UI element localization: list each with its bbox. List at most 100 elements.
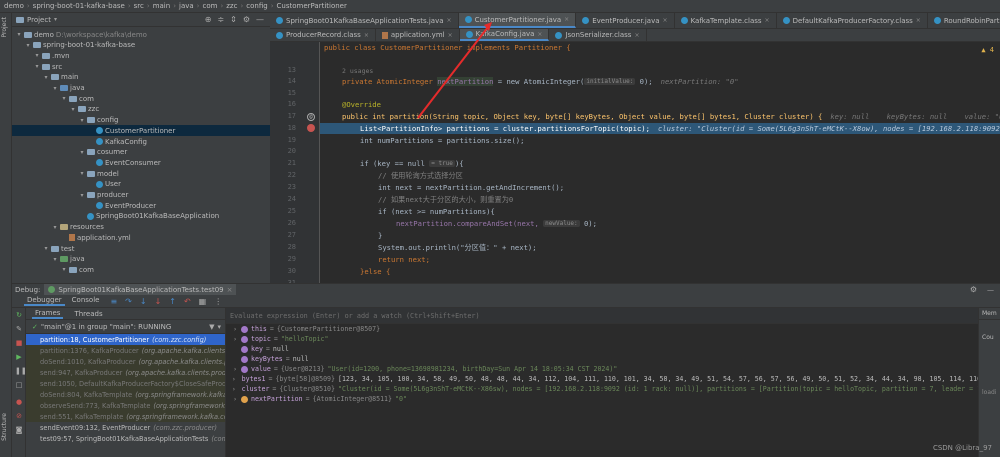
chevron-icon[interactable]: › — [232, 366, 238, 373]
tree-item[interactable]: ▾ test — [12, 243, 270, 254]
chevron-icon[interactable]: ▾ — [79, 117, 85, 124]
tree-item[interactable]: SpringBoot01KafkaBaseApplication — [12, 211, 270, 222]
project-panel-title[interactable]: Project — [27, 16, 51, 24]
chevron-icon[interactable]: ▾ — [43, 74, 49, 81]
memory-panel-title[interactable]: Mem — [979, 308, 1000, 320]
stack-frame[interactable]: sendEvent09:132, EventProducer (com.zzc.p… — [26, 422, 225, 433]
tree-item[interactable]: ▾ src — [12, 61, 270, 72]
chevron-icon[interactable]: › — [232, 336, 238, 343]
tree-item[interactable]: ▾ config — [12, 115, 270, 126]
chevron-icon[interactable]: ▾ — [52, 256, 58, 263]
editor-tab[interactable]: JsonSerializer.class × — [549, 29, 647, 41]
breadcrumb-item[interactable]: zzc — [226, 2, 237, 10]
chevron-icon[interactable]: › — [232, 396, 238, 403]
pause-icon[interactable]: ❚❚ — [15, 367, 27, 375]
chevron-icon[interactable]: ▾ — [79, 149, 85, 156]
tree-item[interactable]: ▾ main — [12, 72, 270, 83]
variable-row[interactable]: › topic = "helloTopic" — [226, 334, 978, 344]
stack-frame[interactable]: send:551, KafkaTemplate (org.springframew… — [26, 411, 225, 422]
chevron-icon[interactable]: ▾ — [34, 52, 40, 59]
expand-all-icon[interactable]: ⇕ — [230, 15, 237, 24]
chevron-icon[interactable]: › — [232, 376, 236, 383]
tree-item[interactable]: ▾ resources — [12, 222, 270, 233]
debugger-tab[interactable]: Debugger — [24, 296, 65, 306]
camera-icon[interactable]: ◙ — [15, 426, 23, 434]
tree-item[interactable]: ▾ producer — [12, 190, 270, 201]
tree-item[interactable]: ▾ com — [12, 93, 270, 104]
stack-frame[interactable]: partition:18, CustomerPartitioner (com.zz… — [26, 334, 225, 345]
variable-row[interactable]: › nextPartition = {AtomicInteger@8511} "0" — [226, 394, 978, 404]
chevron-icon[interactable]: ▾ — [52, 224, 58, 231]
tree-item[interactable]: ▾ model — [12, 168, 270, 179]
breadcrumb-item[interactable]: CustomerPartitioner — [277, 2, 347, 10]
variable-row[interactable]: keyBytes = null — [226, 354, 978, 364]
editor-tab[interactable]: KafkaConfig.java × — [459, 29, 550, 41]
show-execution-point-icon[interactable]: ≡ — [110, 297, 117, 306]
editor-tab[interactable]: SpringBoot01KafkaBaseApplicationTests.ja… — [270, 13, 459, 28]
tree-item[interactable]: ▾ cosumer — [12, 147, 270, 158]
chevron-icon[interactable]: › — [232, 386, 236, 393]
close-icon[interactable]: × — [447, 17, 452, 24]
rerun-icon[interactable]: ↻ — [15, 311, 23, 319]
chevron-icon[interactable]: ▾ — [79, 192, 85, 199]
gear-icon[interactable]: ⚙ — [970, 285, 983, 294]
breakpoint-icon[interactable] — [307, 124, 315, 132]
editor-tab[interactable]: RoundRobinPartitioner.class× — [928, 13, 1000, 28]
breadcrumb-item[interactable]: demo — [4, 2, 24, 10]
thread-selector[interactable]: ✓ "main"@1 in group "main": RUNNING ▼ ▾ — [26, 320, 225, 334]
breadcrumb-item[interactable]: main — [153, 2, 171, 10]
evaluate-icon[interactable]: ▦ — [199, 297, 207, 306]
chevron-icon[interactable]: ▾ — [61, 266, 67, 273]
tree-item[interactable]: CustomerPartitioner — [12, 125, 270, 137]
usages-hint[interactable]: 2 usages — [342, 67, 373, 75]
drop-frame-icon[interactable]: ↶ — [184, 297, 191, 306]
stack-frame[interactable]: partition:1376, KafkaProducer (org.apache… — [26, 345, 225, 356]
tree-item[interactable]: EventProducer — [12, 200, 270, 211]
breadcrumb-item[interactable]: src — [134, 2, 144, 10]
override-icon[interactable]: @ — [307, 113, 315, 121]
variable-row[interactable]: key = null — [226, 344, 978, 354]
chevron-icon[interactable]: ▾ — [16, 31, 22, 38]
tree-item[interactable]: ▾ spring-boot-01-kafka-base — [12, 40, 270, 51]
settings-icon[interactable]: ✎ — [15, 325, 23, 333]
editor-tab[interactable]: ProducerRecord.class × — [270, 29, 376, 41]
stack-frame[interactable]: observeSend:773, KafkaTemplate (org.sprin… — [26, 400, 225, 411]
stack-frame[interactable]: send:947, KafkaProducer (org.apache.kafka… — [26, 367, 225, 378]
close-icon[interactable]: × — [564, 16, 569, 23]
close-icon[interactable]: × — [663, 17, 668, 24]
close-icon[interactable]: × — [765, 17, 770, 24]
force-step-into-icon[interactable]: ↓ — [155, 297, 162, 306]
variable-row[interactable]: › this = {CustomerPartitioner@8507} — [226, 324, 978, 334]
code-editor[interactable]: 1314151617181920212223242526272829303132… — [270, 42, 1000, 283]
tree-item[interactable]: ▾ com — [12, 264, 270, 275]
tree-item[interactable]: ▾ zzc — [12, 104, 270, 115]
chevron-down-icon[interactable]: ▾ — [54, 16, 57, 23]
stack-frame[interactable]: test09:57, SpringBoot01KafkaBaseApplicat… — [26, 433, 225, 444]
close-icon[interactable]: × — [537, 31, 542, 38]
structure-tool-button[interactable]: Structure — [1, 413, 8, 441]
resume-icon[interactable]: ▶ — [15, 353, 23, 361]
mute-breakpoints-icon[interactable]: ⊘ — [15, 412, 23, 420]
chevron-icon[interactable]: › — [232, 326, 238, 333]
breadcrumb-item[interactable]: java — [179, 2, 194, 10]
tree-item[interactable]: KafkaConfig — [12, 136, 270, 147]
more-icon[interactable]: ⋮ — [214, 297, 222, 306]
frames-sub-tab[interactable]: Frames — [32, 309, 64, 319]
chevron-icon[interactable]: ▾ — [52, 85, 58, 92]
stop-icon[interactable]: ■ — [15, 339, 23, 347]
debugger-tab[interactable]: Console — [69, 296, 103, 306]
stop-icon-2[interactable]: □ — [15, 381, 23, 389]
evaluate-expression-input[interactable]: Evaluate expression (Enter) or add a wat… — [226, 308, 978, 324]
tree-item[interactable]: ▾ .mvn — [12, 50, 270, 61]
chevron-icon[interactable]: ▾ — [61, 95, 67, 102]
chevron-icon[interactable]: ▾ — [70, 106, 76, 113]
chevron-icon[interactable]: ▾ — [25, 42, 31, 49]
minimize-icon[interactable]: — — [256, 15, 264, 24]
breadcrumb-item[interactable]: spring-boot-01-kafka-base — [33, 2, 125, 10]
view-breakpoints-icon[interactable]: ● — [15, 398, 23, 406]
editor-tab[interactable]: CustomerPartitioner.java × — [458, 13, 577, 28]
project-tool-button[interactable]: Project — [1, 17, 8, 38]
breadcrumb-item[interactable]: config — [246, 2, 267, 10]
step-into-icon[interactable]: ↓ — [140, 297, 147, 306]
tree-item[interactable]: ▾ demo D:\workspace\kafka\demo — [12, 29, 270, 40]
